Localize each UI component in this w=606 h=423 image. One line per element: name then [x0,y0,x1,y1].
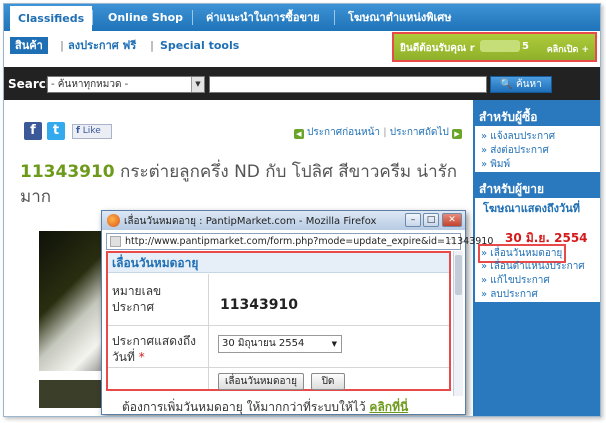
firefox-icon [107,214,120,227]
search-bar: Search - ค้นหาทุกหมวด - ▼ 🔍 ค้นหา [4,67,600,100]
subnav-separator: | [60,39,65,52]
tab-online-shop[interactable]: Online Shop [100,4,191,31]
chevron-down-icon: ▼ [331,340,337,348]
extend-more-text: ต้องการเพิ่มวันหมดอายุ ให้มากกว่าที่ระบบ… [122,398,408,416]
buyer-box: แจ้งลบประกาศ ส่งต่อประกาศ พิมพ์ [475,126,600,172]
post-number-label: หมายเลข ประกาศ [112,284,162,314]
arrow-right-icon: ▶ [452,129,462,139]
arrow-left-icon: ◀ [293,129,304,139]
url-text: http://www.pantipmarket.com/form.php?mod… [125,236,494,247]
extend-expiry-button[interactable]: เลื่อนวันหมดอายุ [218,373,304,390]
tab-separator [334,10,335,25]
scrollbar-thumb[interactable] [455,255,462,295]
report-post-link[interactable]: แจ้งลบประกาศ [481,129,555,144]
chevron-down-icon: ▼ [191,77,204,92]
date-select[interactable]: 30 มิถุนายน 2554 ▼ [218,335,342,353]
category-select[interactable]: - ค้นหาทุกหมวด - ▼ [47,76,205,93]
edit-post-link[interactable]: แก้ไขประกาศ [481,273,549,288]
close-button[interactable]: ปิด [311,373,345,390]
welcome-suffix: 5 [522,41,529,52]
popup-scrollbar[interactable] [453,251,463,396]
page-nav: ◀ ประกาศก่อนหน้า | ประกาศถัดไป ▶ [293,125,462,140]
url-bar[interactable]: http://www.pantipmarket.com/form.php?mod… [106,233,493,250]
tab-separator [92,10,93,25]
seller-heading: สำหรับผู้ขาย [479,182,545,196]
print-link[interactable]: พิมพ์ [481,157,510,172]
form-row-divider [108,325,449,326]
products-button[interactable]: สินค้า [10,37,48,54]
buyer-heading: สำหรับผู้ซื้อ [479,110,538,124]
welcome-text: ยินดีต้อนรับคุณ r [400,43,475,54]
like-button[interactable]: f Like [72,124,112,139]
date-select-value: 30 มิถุนายน 2554 [222,338,305,349]
subnav-separator: | [150,39,155,52]
required-mark: * [138,350,145,364]
favicon-icon [110,236,121,247]
like-label: Like [82,126,101,136]
display-until-label: ประกาศแสดงถึง วันที่ * [112,333,208,365]
twitter-icon[interactable]: t [47,122,65,140]
tab-classifieds[interactable]: Classifieds [10,4,93,31]
popup-window: เลื่อนวันหมดอายุ : PantipMarket.com - Mo… [101,210,493,416]
form-row-divider [108,367,449,368]
page-frame: Classifieds Online Shop ค่าแนะนำในการซื้… [3,3,601,417]
post-number-value: 11343910 [220,297,298,313]
sidebar: สำหรับผู้ซื้อ แจ้งลบประกาศ ส่งต่อประกาศ … [473,100,600,416]
prev-post-link[interactable]: ประกาศก่อนหน้า [307,127,380,138]
extend-more-label: ต้องการเพิ่มวันหมดอายุ ให้มากกว่าที่ระบบ… [122,400,366,414]
pagenav-separator: | [383,127,387,138]
bump-post-link[interactable]: เลื่อนตำแหน่งประกาศ [481,259,584,274]
extend-expiry-form: เลื่อนวันหมดอายุ หมายเลข ประกาศ 11343910… [106,251,451,391]
username-blur [480,40,520,52]
post-id: 11343910 [20,162,115,182]
search-button-label: ค้นหา [515,79,542,90]
search-input[interactable] [209,76,487,93]
special-tools-link[interactable]: Special tools [160,37,239,54]
category-select-value: - ค้นหาทุกหมวด - [51,79,129,90]
display-until-label-text: ประกาศแสดงถึง วันที่ [112,334,196,364]
welcome-box[interactable]: ยินดีต้อนรับคุณ r 5 คลิกเปิด + [392,32,597,62]
popup-window-title: เลื่อนวันหมดอายุ : PantipMarket.com - Mo… [124,216,377,227]
form-column-divider [208,274,209,389]
popup-titlebar[interactable]: เลื่อนวันหมดอายุ : PantipMarket.com - Mo… [102,211,465,230]
star-icon[interactable]: ☆ [446,234,457,248]
top-tab-bar: Classifieds Online Shop ค่าแนะนำในการซื้… [4,4,600,31]
open-menu-link[interactable]: คลิกเปิด + [547,42,589,56]
close-icon[interactable]: ✕ [442,213,462,227]
ad-display-label: โฆษณาแสดงถึงวันที่ [483,202,581,215]
like-icon: f [76,126,80,136]
page-title: 11343910 กระต่ายลูกครึ่ง ND กับ โปลิศ สี… [20,160,460,210]
tab-buying-guide[interactable]: ค่าแนะนำในการซื้อขาย [198,4,328,31]
minimize-icon[interactable]: – [405,213,421,227]
tab-special-ads[interactable]: โฆษณาตำแหน่งพิเศษ [340,4,460,31]
forward-post-link[interactable]: ส่งต่อประกาศ [481,143,549,158]
maximize-icon[interactable]: □ [423,213,439,227]
facebook-icon[interactable]: f [24,122,42,140]
search-button[interactable]: 🔍 ค้นหา [490,76,552,93]
form-header: เลื่อนวันหมดอายุ [108,253,449,273]
delete-post-link[interactable]: ลบประกาศ [481,287,538,302]
search-icon: 🔍 [500,79,513,90]
tab-separator [192,10,193,25]
sub-nav: สินค้า | ลงประกาศ ฟรี | Special tools ยิ… [4,31,600,67]
next-post-link[interactable]: ประกาศถัดไป [390,127,449,138]
post-free-link[interactable]: ลงประกาศ ฟรี [68,37,136,54]
seller-box: โฆษณาแสดงถึงวันที่ 30 มิ.ย. 2554 เลื่อนว… [475,198,600,302]
click-here-link[interactable]: คลิกที่นี่ [369,400,408,414]
